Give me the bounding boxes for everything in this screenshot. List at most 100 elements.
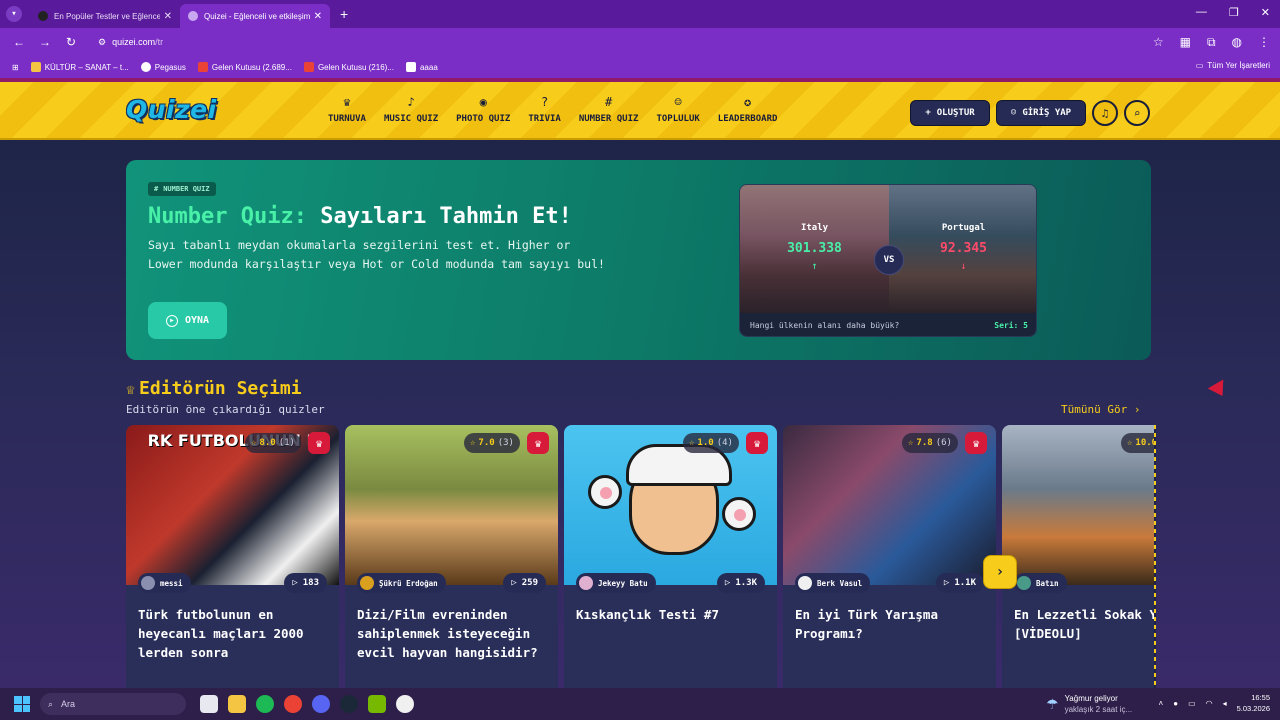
volume-icon[interactable]: ◂ [1223,699,1227,708]
page-icon [405,62,416,72]
nav-trivia[interactable]: ? TRIVIA [528,94,561,124]
microphone-icon[interactable]: ● [1173,699,1178,708]
quiz-title[interactable]: En Lezzetli Sokak Yemeği [VİDEOLU] [1014,605,1156,643]
close-tab-icon[interactable]: ✕ [164,11,172,22]
site-logo[interactable]: Quizei [126,95,217,124]
nav-topluluk[interactable]: ☺ TOPLULUK [656,94,699,124]
notifications-bell-icon[interactable]: ♫ [1092,100,1118,126]
steam-icon[interactable] [340,695,358,713]
bookmark-item[interactable]: Pegasus [140,62,186,72]
rain-cloud-icon: ☂ [1046,695,1059,712]
extensions-puzzle-icon[interactable]: ⧉ [1207,35,1216,50]
bookmarks-bar: ⊞ KÜLTÜR – SANAT – t... Pegasus Gelen Ku… [0,56,1280,78]
page-content: # NUMBER QUIZ Number Quiz: Sayıları Tahmi… [0,140,1280,688]
quiz-card[interactable]: ☆ 1.0 (4) ♛ Jekeyy Batu ▷ 1.3K Kıskançlık T… [564,425,777,688]
clock[interactable]: 16:55 5.03.2026 [1237,692,1270,714]
bookmark-item[interactable]: Gelen Kutusu (2.689... [197,62,292,72]
avatar [1017,576,1031,590]
play-button[interactable]: ▶ OYNA [148,302,227,339]
nav-number-quiz[interactable]: # NUMBER QUIZ [579,94,639,124]
forward-icon[interactable]: → [38,35,52,49]
rating-badge: ☆ 7.0 (3) [464,433,520,453]
rating-badge: ☆ 10.0 [1121,433,1156,453]
paw-icon [722,497,756,531]
quiz-card[interactable]: ☆10.0 Batın En Lezzetli Sokak Yemeği [Vİ… [1002,425,1156,688]
search-icon[interactable]: ⌕ [1124,100,1150,126]
browser-tab-1[interactable]: En Popüler Testler ve Eğlenceli ✕ [30,4,180,28]
quiz-card[interactable]: RK FUTBOLUNUN E ☆ 8.0 (1) ♛ messi ▷ 183 Tür… [126,425,339,688]
quiz-title[interactable]: Türk futbolunun en heyecanlı maçları 200… [138,605,333,662]
author-chip[interactable]: Batın [1014,573,1067,593]
close-tab-icon[interactable]: ✕ [314,11,322,22]
nvidia-icon[interactable] [368,695,386,713]
question-icon: ? [540,95,549,109]
quiz-card[interactable]: ☆ 7.0 (3) ♛ Şükrü Erdoğan ▷ 259 Dizi/Film e… [345,425,558,688]
author-chip[interactable]: Şükrü Erdoğan [357,573,446,593]
file-explorer-icon[interactable] [228,695,246,713]
quiz-cover-image [783,425,996,585]
browser-tab-2-active[interactable]: Quizei - Eğlenceli ve etkileşimli ✕ [180,4,330,28]
task-view-icon[interactable] [200,695,218,713]
discord-icon[interactable] [312,695,330,713]
weather-widget[interactable]: ☂ Yağmur geliyor yaklaşık 2 saat iç... [1046,693,1132,715]
nav-music-quiz[interactable]: ♪ MUSIC QUIZ [384,94,438,124]
login-button[interactable]: ☺ GİRİŞ YAP [996,100,1086,126]
play-icon: ▷ [511,578,517,588]
tab-favicon [188,11,198,21]
extension-icon[interactable]: ▦ [1180,35,1191,50]
author-chip[interactable]: Jekeyy Batu [576,573,656,593]
chevron-up-icon[interactable]: ˄ [1159,699,1164,708]
quiz-cover-image [345,425,558,585]
see-all-link[interactable]: Tümünü Gör › [1061,403,1140,416]
number-quiz-preview[interactable]: Italy Portugal 301.338 92.345 ↑ ↓ VS Han… [739,184,1037,337]
window-controls: — ❐ ✕ [1196,6,1270,19]
minimize-icon[interactable]: — [1196,6,1207,19]
display-icon[interactable]: ▭ [1188,699,1196,708]
profile-avatar-icon[interactable]: ◍ [1232,35,1242,50]
author-chip[interactable]: messi [138,573,191,593]
restore-icon[interactable]: ❐ [1229,6,1239,19]
preview-streak: Seri: 5 [994,321,1028,330]
spotify-icon[interactable] [256,695,274,713]
app-icon[interactable] [396,695,414,713]
author-chip[interactable]: Berk Vasul [795,573,871,593]
cartoon-face [626,444,732,555]
apps-grid-icon[interactable]: ⊞ [12,63,19,72]
quiz-title[interactable]: Kıskançlık Testi #7 [576,605,771,624]
reload-icon[interactable]: ↻ [64,35,78,49]
quiz-card[interactable]: ☆ 7.8 (6) ♛ Berk Vasul ▷ 1.1K En iyi Türk Y… [783,425,996,688]
windows-start-icon[interactable] [14,696,30,712]
close-window-icon[interactable]: ✕ [1261,6,1270,19]
taskbar: ⌕ Ara ☂ Yağmur geliyor yaklaşık 2 saat iç.… [0,688,1280,720]
quiz-title[interactable]: En iyi Türk Yarışma Programı? [795,605,990,643]
hero-title: Number Quiz: Sayıları Tahmin Et! [148,204,572,229]
rating-badge: ☆ 8.0 (1) [245,433,301,453]
play-count: ▷ 259 [503,573,546,593]
all-bookmarks[interactable]: ▭ Tüm Yer İşaretleri [1196,61,1270,70]
bookmark-item[interactable]: KÜLTÜR – SANAT – t... [30,62,129,72]
plus-icon: + [925,108,931,118]
featured-crown-icon: ♛ [746,432,768,454]
bookmark-item[interactable]: Gelen Kutusu (216)... [303,62,394,72]
taskbar-search[interactable]: ⌕ Ara [40,693,186,715]
url-field[interactable]: ⚙ quizei.com/tr [98,37,163,48]
nav-photo-quiz[interactable]: ◉ PHOTO QUIZ [456,94,510,124]
chrome-icon[interactable] [284,695,302,713]
bookmark-item[interactable]: aaaa [405,62,438,72]
play-icon: ▶ [165,314,178,327]
nav-turnuva[interactable]: ♛ TURNUVA [328,94,366,124]
quiz-title[interactable]: Dizi/Film evreninden sahiplenmek isteyec… [357,605,552,662]
carousel-next-button[interactable]: › [983,555,1017,589]
back-icon[interactable]: ← [12,35,26,49]
wifi-icon[interactable]: ◠ [1206,699,1213,708]
music-icon: ♪ [407,95,415,109]
avatar [798,576,812,590]
create-button[interactable]: + OLUŞTUR [910,100,990,126]
play-count: ▷ 183 [284,573,327,593]
new-tab-icon[interactable]: + [340,6,348,22]
browser-menu-icon[interactable]: ⋮ [1258,35,1270,50]
nav-leaderboard[interactable]: ✪ LEADERBOARD [718,94,778,124]
bookmark-star-icon[interactable]: ☆ [1153,35,1164,50]
site-info-icon[interactable]: ⚙ [98,37,106,48]
tab-search-menu-icon[interactable]: ▾ [6,6,22,22]
